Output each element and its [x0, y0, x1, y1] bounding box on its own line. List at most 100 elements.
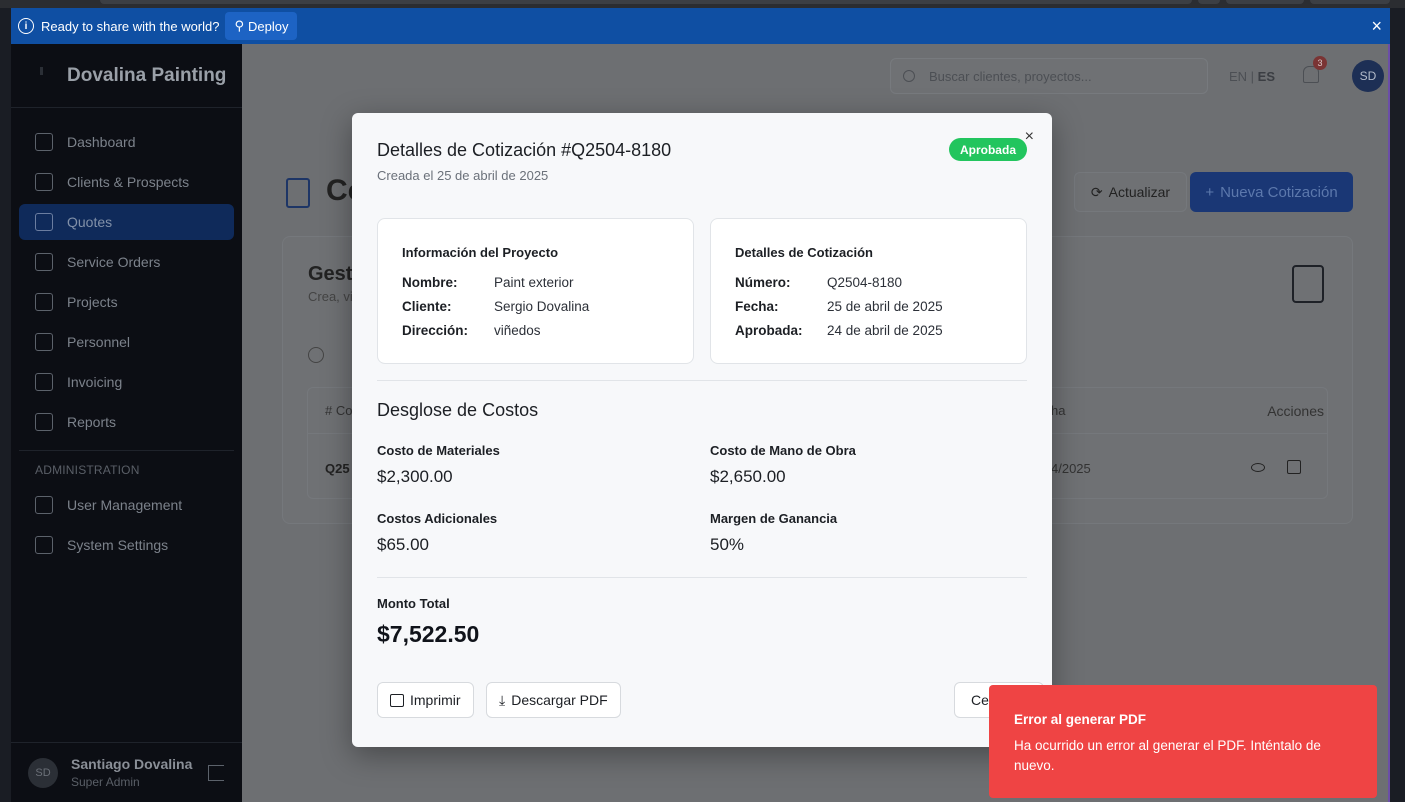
- cost-label: Costo de Mano de Obra: [710, 443, 856, 458]
- sidebar-item-label: Invoicing: [67, 374, 123, 390]
- column-header-number: # Co: [325, 403, 353, 418]
- sidebar-item-personnel[interactable]: Personnel: [19, 324, 234, 360]
- info-key: Número:: [735, 275, 791, 290]
- sidebar-item-quotes[interactable]: Quotes: [19, 204, 234, 240]
- search-placeholder: Buscar clientes, proyectos...: [929, 68, 1092, 84]
- user-profile[interactable]: SD Santiago Dovalina Super Admin: [11, 742, 242, 802]
- users-icon: [35, 173, 53, 191]
- info-value: 24 de abril de 2025: [827, 323, 943, 338]
- error-toast[interactable]: Error al generar PDF Ha ocurrido un erro…: [989, 685, 1377, 798]
- divider: [377, 380, 1027, 381]
- search-icon: [903, 70, 915, 82]
- browser-address-bar[interactable]: [100, 0, 1192, 4]
- download-pdf-button[interactable]: ⤓ Descargar PDF: [486, 682, 621, 718]
- user-cog-icon: [35, 496, 53, 514]
- close-icon[interactable]: ×: [1025, 129, 1034, 145]
- card-heading: Información del Proyecto: [402, 245, 559, 260]
- bar-chart-icon: [35, 413, 53, 431]
- plus-icon: +: [1205, 183, 1215, 201]
- sidebar-item-projects[interactable]: Projects: [19, 284, 234, 320]
- cost-margin: Margen de Ganancia 50%: [710, 511, 837, 555]
- browser-button[interactable]: [1198, 0, 1220, 4]
- file-icon: [35, 373, 53, 391]
- download-icon: ⤓: [499, 691, 506, 708]
- gear-icon: [35, 536, 53, 554]
- avatar: SD: [28, 757, 58, 788]
- info-value: 25 de abril de 2025: [827, 299, 943, 314]
- info-value: Paint exterior: [494, 275, 574, 290]
- lang-es[interactable]: ES: [1258, 69, 1275, 84]
- brand-title: Dovalina Painting: [67, 64, 227, 86]
- card-subtitle: Crea, vi: [308, 289, 353, 304]
- lang-en[interactable]: EN: [1229, 69, 1247, 84]
- print-button[interactable]: Imprimir: [377, 682, 474, 718]
- toast-message: Ha ocurrido un error al generar el PDF. …: [1014, 738, 1321, 773]
- refresh-label: Actualizar: [1108, 184, 1171, 200]
- search-input[interactable]: Buscar clientes, proyectos...: [890, 58, 1208, 94]
- sidebar-item-invoicing[interactable]: Invoicing: [19, 364, 234, 400]
- sidebar-item-label: Projects: [67, 294, 118, 310]
- eye-icon[interactable]: [1251, 463, 1265, 472]
- git-branch-icon: [35, 293, 53, 311]
- new-quote-button[interactable]: + Nueva Cotización: [1190, 172, 1353, 212]
- browser-chrome: [0, 0, 1405, 8]
- status-badge: Aprobada: [948, 138, 1027, 161]
- cost-value: $2,650.00: [710, 467, 786, 486]
- cost-value: $65.00: [377, 535, 429, 554]
- admin-section-label: ADMINISTRATION: [35, 463, 140, 477]
- info-value: Sergio Dovalina: [494, 299, 590, 314]
- clipboard-icon: [35, 253, 53, 271]
- sidebar-item-reports[interactable]: Reports: [19, 404, 234, 440]
- cost-additional: Costos Adicionales $65.00: [377, 511, 497, 555]
- file-text-icon: [35, 213, 53, 231]
- card-heading: Detalles de Cotización: [735, 245, 873, 260]
- total-amount: $7,522.50: [377, 621, 480, 647]
- sidebar-item-dashboard[interactable]: Dashboard: [19, 124, 234, 160]
- logout-icon[interactable]: [208, 765, 224, 781]
- browser-button[interactable]: [1226, 0, 1304, 4]
- new-quote-label: Nueva Cotización: [1220, 183, 1338, 201]
- sidebar: Dovalina Painting Dashboard Clients & Pr…: [11, 44, 242, 802]
- info-value: viñedos: [494, 323, 541, 338]
- brush-icon: [35, 66, 49, 85]
- close-icon[interactable]: ×: [1371, 17, 1382, 35]
- sidebar-item-service-orders[interactable]: Service Orders: [19, 244, 234, 280]
- printer-icon: [390, 693, 404, 707]
- avatar[interactable]: SD: [1352, 60, 1384, 92]
- info-value: Q2504-8180: [827, 275, 903, 290]
- deploy-button[interactable]: ⚲ Deploy: [225, 12, 298, 40]
- sidebar-item-label: System Settings: [67, 537, 169, 553]
- language-switcher[interactable]: EN | ES: [1229, 69, 1275, 84]
- refresh-button[interactable]: ⟳ Actualizar: [1074, 172, 1187, 212]
- cost-label: Costo de Materiales: [377, 443, 500, 458]
- card-title: Gest: [308, 263, 353, 285]
- calculator-icon: [1292, 265, 1324, 303]
- info-row: Aprobada: 24 de abril de 2025: [735, 319, 1002, 343]
- sidebar-item-label: Personnel: [67, 334, 131, 350]
- cost-value: $2,300.00: [377, 467, 453, 486]
- sidebar-item-clients[interactable]: Clients & Prospects: [19, 164, 234, 200]
- quote-details-modal: × Detalles de Cotización #Q2504-8180 Cre…: [352, 113, 1052, 747]
- info-key: Cliente:: [402, 299, 452, 314]
- trending-up-icon: [35, 133, 53, 151]
- sidebar-item-system-settings[interactable]: System Settings: [19, 527, 234, 563]
- column-header-date: ha: [1051, 403, 1066, 418]
- sidebar-item-label: Dashboard: [67, 134, 136, 150]
- info-row: Cliente: Sergio Dovalina: [402, 295, 669, 319]
- browser-button[interactable]: [1310, 0, 1390, 4]
- divider: [377, 577, 1027, 578]
- file-text-icon: [286, 178, 310, 208]
- divider: [19, 450, 234, 451]
- deploy-banner: i Ready to share with the world? ⚲ Deplo…: [11, 8, 1390, 44]
- info-row: Número: Q2504-8180: [735, 271, 1002, 295]
- costs-section-title: Desglose de Costos: [377, 400, 539, 420]
- sidebar-item-user-management[interactable]: User Management: [19, 487, 234, 523]
- hard-hat-icon: [35, 333, 53, 351]
- toast-title: Error al generar PDF: [1014, 712, 1147, 727]
- notification-badge: 3: [1313, 56, 1327, 70]
- table-row-number: Q25: [325, 461, 350, 476]
- printer-icon[interactable]: [1287, 460, 1301, 474]
- brand[interactable]: Dovalina Painting: [11, 44, 242, 108]
- modal-title: Detalles de Cotización #Q2504-8180: [377, 140, 672, 160]
- sidebar-item-label: Reports: [67, 414, 117, 430]
